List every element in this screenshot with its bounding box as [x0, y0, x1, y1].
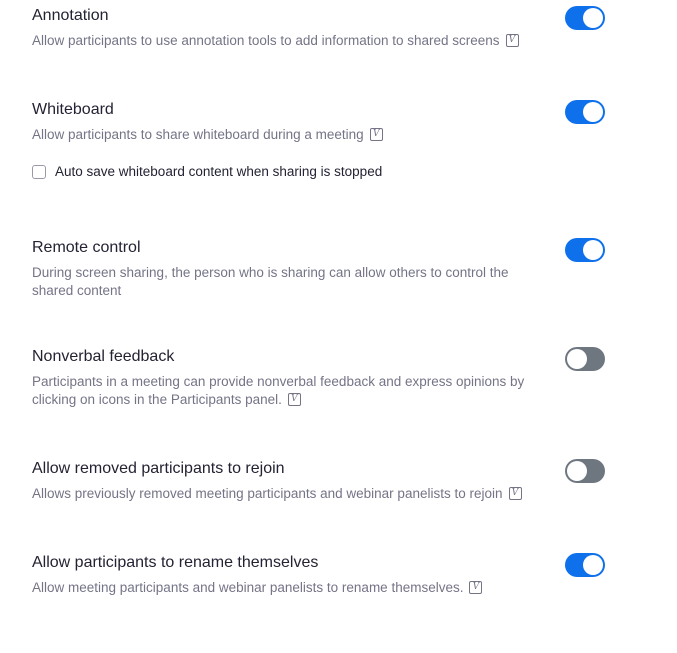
whiteboard-toggle[interactable]	[565, 100, 605, 124]
remote-control-toggle[interactable]	[565, 238, 605, 262]
toggle-knob	[567, 461, 587, 481]
setting-allow-removed-rejoin: Allow removed participants to rejoin All…	[32, 459, 622, 503]
setting-title: Annotation	[32, 7, 109, 24]
toggle-knob	[567, 349, 587, 369]
toggle-knob	[583, 555, 603, 575]
version-info-icon[interactable]: V	[505, 34, 519, 47]
allow-removed-rejoin-toggle[interactable]	[565, 459, 605, 483]
setting-title: Remote control	[32, 239, 141, 256]
version-info-icon[interactable]: V	[287, 393, 301, 406]
allow-rename-toggle[interactable]	[565, 553, 605, 577]
toggle-knob	[583, 102, 603, 122]
setting-title: Allow participants to rename themselves	[32, 554, 319, 571]
setting-description: Participants in a meeting can provide no…	[32, 374, 525, 407]
version-info-icon[interactable]: V	[369, 128, 383, 141]
setting-description: Allow meeting participants and webinar p…	[32, 579, 542, 597]
setting-description: Allow participants to use annotation too…	[32, 32, 542, 50]
toggle-knob	[583, 240, 603, 260]
setting-title: Nonverbal feedback	[32, 348, 175, 365]
setting-nonverbal-feedback: Nonverbal feedback Participants in a mee…	[32, 347, 622, 409]
setting-remote-control: Remote control During screen sharing, th…	[32, 238, 622, 300]
setting-allow-rename: Allow participants to rename themselves …	[32, 553, 622, 597]
setting-title: Whiteboard	[32, 101, 114, 118]
setting-description: Allow participants to share whiteboard d…	[32, 126, 542, 144]
setting-title: Allow removed participants to rejoin	[32, 460, 285, 477]
version-info-icon[interactable]: V	[508, 487, 522, 500]
annotation-toggle[interactable]	[565, 6, 605, 30]
auto-save-whiteboard-checkbox[interactable]	[32, 165, 46, 179]
toggle-knob	[583, 8, 603, 28]
auto-save-whiteboard-option[interactable]: Auto save whiteboard content when sharin…	[32, 164, 382, 180]
setting-description: During screen sharing, the person who is…	[32, 265, 509, 298]
auto-save-whiteboard-label: Auto save whiteboard content when sharin…	[55, 164, 383, 179]
setting-annotation: Annotation Allow participants to use ann…	[32, 6, 622, 50]
setting-description: Allows previously removed meeting partic…	[32, 485, 542, 503]
version-info-icon[interactable]: V	[469, 581, 483, 594]
nonverbal-feedback-toggle[interactable]	[565, 347, 605, 371]
setting-whiteboard: Whiteboard Allow participants to share w…	[32, 100, 622, 144]
